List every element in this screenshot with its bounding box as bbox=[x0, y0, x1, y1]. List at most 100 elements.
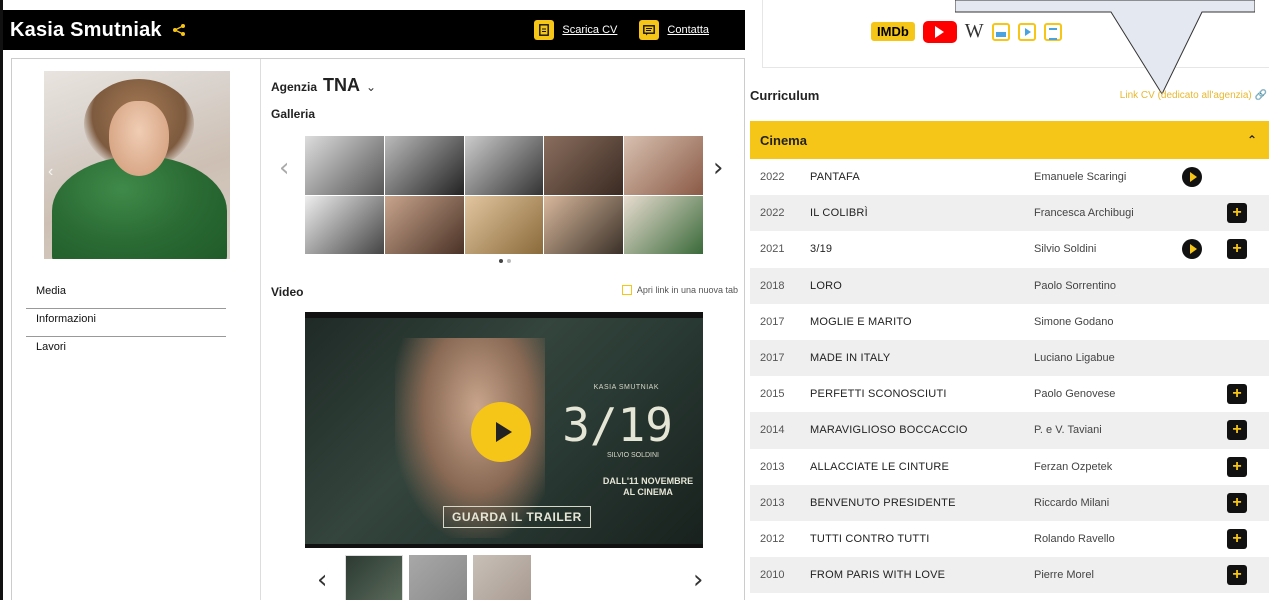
side-menu-item-media[interactable]: Media bbox=[26, 281, 226, 309]
film-director: P. e V. Taviani bbox=[1034, 424, 1102, 437]
gallery-next-button[interactable]: › bbox=[713, 155, 723, 181]
contact-label: Contatta bbox=[667, 24, 709, 36]
film-row[interactable]: 2018 LORO Paolo Sorrentino bbox=[750, 267, 1269, 304]
download-cv-button[interactable]: Scarica CV bbox=[534, 20, 617, 40]
poster-director: SILVIO SOLDINI bbox=[607, 452, 659, 459]
link-icon: 🔗 bbox=[1254, 90, 1267, 101]
news-icon[interactable] bbox=[1043, 22, 1062, 41]
film-row[interactable]: 2014 MARAVIGLIOSO BOCCACCIO P. e V. Tavian… bbox=[750, 412, 1269, 449]
film-year: 2013 bbox=[760, 460, 785, 473]
video-next-button[interactable]: › bbox=[693, 567, 703, 593]
film-row[interactable]: 2022 IL COLIBRÌ Francesca Archibugi + bbox=[750, 195, 1269, 232]
plus-icon[interactable]: + bbox=[1227, 384, 1247, 405]
message-icon bbox=[639, 20, 660, 40]
film-director: Riccardo Milani bbox=[1034, 496, 1110, 509]
video-title: Video bbox=[271, 285, 304, 299]
film-row[interactable]: 2021 3/19 Silvio Soldini + bbox=[750, 231, 1269, 267]
gallery-photo[interactable] bbox=[624, 136, 703, 195]
film-row[interactable]: 2015 PERFETTI SCONOSCIUTI Paolo Genovese + bbox=[750, 376, 1269, 412]
plus-icon[interactable]: + bbox=[1227, 456, 1247, 477]
external-link-icon bbox=[621, 285, 632, 295]
gallery-photo[interactable] bbox=[305, 136, 384, 195]
pagination-dot[interactable] bbox=[499, 259, 503, 263]
play-icon[interactable] bbox=[1182, 167, 1202, 188]
poster-release-date: DALL'11 NOVEMBRE AL CINEMA bbox=[602, 476, 694, 497]
video-prev-button[interactable]: ‹ bbox=[317, 567, 327, 593]
film-title: MADE IN ITALY bbox=[810, 352, 891, 365]
profile-header: Kasia Smutniak Scarica CV Contatta bbox=[3, 10, 745, 50]
film-row[interactable]: 2013 ALLACCIATE LE CINTURE Ferzan Ozpetek + bbox=[750, 449, 1269, 485]
film-row[interactable]: 2012 TUTTI CONTRO TUTTI Rolando Ravello + bbox=[750, 521, 1269, 557]
film-year: 2022 bbox=[760, 171, 785, 184]
video-player[interactable]: KASIA SMUTNIAK 3/19 SILVIO SOLDINI DALL'… bbox=[305, 312, 703, 548]
imdb-icon[interactable]: IMDb bbox=[871, 22, 915, 41]
film-row[interactable]: 2017 MADE IN ITALY Luciano Ligabue bbox=[750, 339, 1269, 377]
plus-icon[interactable]: + bbox=[1227, 420, 1247, 441]
film-title: PANTAFA bbox=[810, 171, 860, 184]
plus-icon[interactable]: + bbox=[1227, 203, 1247, 224]
gallery-pagination bbox=[499, 259, 511, 263]
gallery-photo[interactable] bbox=[544, 195, 624, 254]
open-new-tab-label: Apri link in una nuova tab bbox=[636, 285, 738, 295]
profile-panel: Kasia Smutniak Scarica CV Contatta ‹ Med… bbox=[0, 0, 745, 600]
video-play-button[interactable] bbox=[471, 402, 531, 462]
chevron-left-icon[interactable]: ‹ bbox=[48, 163, 53, 181]
agency-selector[interactable]: Agenzia TNA ⌄ bbox=[271, 75, 376, 96]
film-year: 2010 bbox=[760, 569, 785, 582]
video-thumbnail[interactable] bbox=[473, 555, 531, 600]
image-icon[interactable] bbox=[991, 22, 1010, 41]
gallery-photo[interactable] bbox=[305, 195, 384, 254]
film-year: 2015 bbox=[760, 388, 785, 401]
profile-photo[interactable]: ‹ bbox=[44, 71, 230, 259]
film-title: PERFETTI SCONOSCIUTI bbox=[810, 388, 947, 401]
gallery-prev-button[interactable]: ‹ bbox=[279, 155, 289, 181]
film-title: TUTTI CONTRO TUTTI bbox=[810, 532, 930, 545]
cinema-section-title: Cinema bbox=[760, 132, 807, 148]
external-links-bar: IMDb W bbox=[762, 0, 1269, 68]
gallery-photo[interactable] bbox=[464, 195, 544, 254]
gallery-title: Galleria bbox=[271, 107, 316, 121]
film-director: Silvio Soldini bbox=[1034, 243, 1097, 256]
gallery-photo[interactable] bbox=[624, 195, 703, 254]
agency-cv-link[interactable]: Link CV (dedicato all'agenzia) 🔗 bbox=[1120, 90, 1267, 101]
open-new-tab-link[interactable]: Apri link in una nuova tab bbox=[621, 285, 738, 295]
film-director: Rolando Ravello bbox=[1034, 532, 1115, 545]
film-row[interactable]: 2013 BENVENUTO PRESIDENTE Riccardo Milani + bbox=[750, 484, 1269, 521]
side-menu-item-lavori[interactable]: Lavori bbox=[26, 337, 226, 365]
curriculum-title: Curriculum bbox=[750, 88, 820, 103]
film-year: 2017 bbox=[760, 352, 785, 365]
wikipedia-icon[interactable]: W bbox=[965, 20, 984, 43]
plus-icon[interactable]: + bbox=[1227, 565, 1247, 586]
contact-button[interactable]: Contatta bbox=[639, 20, 709, 40]
play-icon[interactable] bbox=[1182, 239, 1202, 260]
profile-content: ‹ Media Informazioni Lavori Agenzia TNA … bbox=[11, 58, 745, 600]
film-row[interactable]: 2017 MOGLIE E MARITO Simone Godano bbox=[750, 304, 1269, 340]
plus-icon[interactable]: + bbox=[1227, 492, 1247, 513]
video-icon[interactable] bbox=[1017, 22, 1036, 41]
cinema-section-header[interactable]: Cinema ⌃ bbox=[750, 121, 1269, 159]
plus-icon[interactable]: + bbox=[1227, 528, 1247, 549]
gallery-photo[interactable] bbox=[464, 136, 544, 195]
film-year: 2017 bbox=[760, 315, 785, 328]
side-menu-item-informazioni[interactable]: Informazioni bbox=[26, 309, 226, 337]
play-icon bbox=[495, 422, 512, 442]
youtube-icon[interactable] bbox=[922, 20, 957, 43]
gallery-photo[interactable] bbox=[384, 136, 464, 195]
download-cv-label: Scarica CV bbox=[562, 24, 618, 36]
film-row[interactable]: 2010 FROM PARIS WITH LOVE Pierre Morel + bbox=[750, 557, 1269, 594]
pagination-dot[interactable] bbox=[507, 259, 511, 263]
photo-gallery bbox=[305, 136, 703, 254]
film-title: ALLACCIATE LE CINTURE bbox=[810, 460, 950, 473]
document-icon bbox=[534, 20, 555, 40]
gallery-photo[interactable] bbox=[384, 195, 464, 254]
film-title: FROM PARIS WITH LOVE bbox=[810, 569, 946, 582]
plus-icon[interactable]: + bbox=[1227, 239, 1247, 260]
chevron-up-icon: ⌃ bbox=[1246, 133, 1257, 147]
gallery-photo[interactable] bbox=[544, 136, 624, 195]
video-thumbnail[interactable] bbox=[345, 555, 403, 600]
film-title: IL COLIBRÌ bbox=[810, 207, 868, 220]
share-icon[interactable] bbox=[172, 23, 186, 37]
chevron-down-icon: ⌄ bbox=[366, 80, 377, 94]
video-thumbnail[interactable] bbox=[409, 555, 467, 600]
film-row[interactable]: 2022 PANTAFA Emanuele Scaringi bbox=[750, 159, 1269, 195]
